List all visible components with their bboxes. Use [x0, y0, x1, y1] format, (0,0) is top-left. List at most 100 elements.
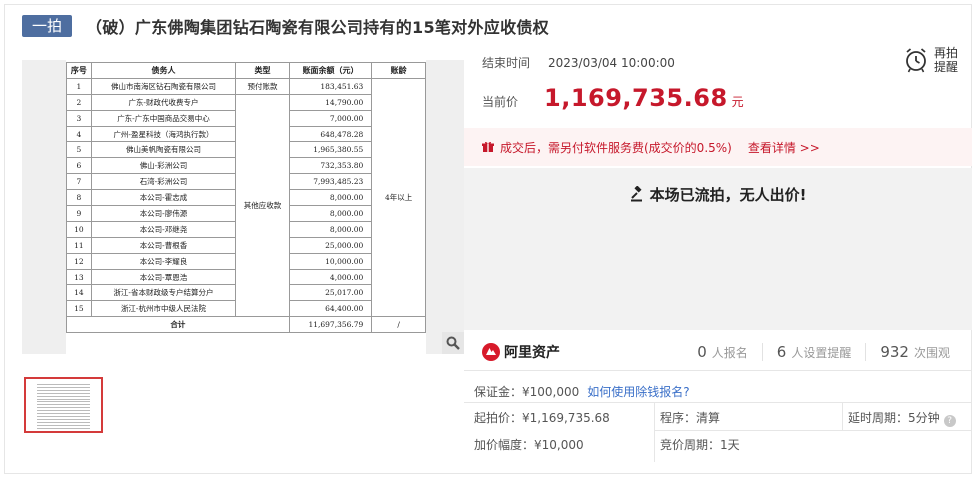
header-no: 序号 — [66, 62, 92, 79]
row-no: 4 — [66, 125, 92, 143]
row-amount: 64,400.00 — [288, 300, 373, 318]
total-age: / — [371, 316, 426, 334]
row-no: 5 — [66, 141, 92, 159]
divider — [464, 370, 972, 371]
row-no: 13 — [66, 268, 92, 286]
row-debtor: 广东-财政代收费专户 — [90, 93, 237, 111]
row-no: 9 — [66, 205, 92, 222]
column-divider — [654, 402, 655, 462]
row-debtor: 佛山美帆陶瓷有限公司 — [90, 141, 237, 159]
remind-count: 6 人设置提醒 — [761, 343, 866, 361]
header-age: 账龄 — [371, 62, 426, 79]
row-debtor: 本公司-曹根香 — [90, 236, 237, 254]
row-debtor: 本公司-霍志成 — [90, 189, 237, 207]
bid-period: 竞价周期：1天 — [660, 438, 740, 452]
table-row: 1 佛山市南海区钻石陶瓷有限公司 预付账款 183,451.63 4年以上 — [66, 77, 426, 318]
row-debtor: 石湾-彩洲公司 — [90, 173, 237, 191]
table-total-row: 合计 11,697,356.79/ — [66, 316, 426, 334]
photo-thumbnail[interactable] — [24, 377, 103, 433]
signup-label: 人报名 — [711, 346, 748, 360]
page-title: （破）广东佛陶集团钻石陶瓷有限公司持有的15笔对外应收债权 — [86, 18, 549, 37]
end-time-row: 结束时间 2023/03/04 10:00:00 — [482, 54, 675, 71]
row-amount: 10,000.00 — [288, 252, 373, 270]
row-amount: 7,993,485.23 — [288, 173, 373, 191]
thumbnail-image — [29, 382, 98, 429]
row-amount: 183,451.63 — [288, 77, 373, 95]
row-amount: 4,000.00 — [288, 268, 373, 286]
total-label: 合计 — [66, 316, 290, 334]
auction-panel: 结束时间 2023/03/04 10:00:00 再拍提醒 当前价 1,169,7… — [464, 40, 972, 472]
title-row: 一拍 （破）广东佛陶集团钻石陶瓷有限公司持有的15笔对外应收债权 — [22, 14, 549, 38]
row-no: 7 — [66, 173, 92, 191]
stats-group: 0 人报名 6 人设置提醒 932 次围观 — [683, 343, 964, 361]
zoom-button[interactable] — [442, 332, 464, 354]
row-type: 预付账款 — [235, 77, 290, 95]
row-debtor: 浙江-省本财政级专户结算分户 — [90, 284, 237, 302]
current-price-row: 当前价 1,169,735.68 元 — [482, 84, 744, 112]
row-debtor: 广东-广东中国商品交易中心 — [90, 109, 237, 127]
price-value: 1,169,735.68 — [544, 84, 728, 112]
delay-period: 延时周期：5分钟? — [848, 409, 956, 427]
magnifier-icon — [446, 336, 460, 350]
alarm-clock-icon — [906, 48, 926, 73]
row-amount: 732,353.80 — [288, 157, 373, 175]
bid-increment: 加价幅度：¥10,000 — [474, 438, 584, 452]
row-no: 1 — [66, 77, 92, 95]
row-amount: 14,790.00 — [288, 93, 373, 111]
debt-table: 序号 债务人 类型 账面余额（元） 账龄 1 佛山市南海区钻石陶瓷有限公司 预付账款… — [66, 62, 426, 334]
row-debtor: 本公司-李耀良 — [90, 252, 237, 270]
view-count: 932 次围观 — [865, 343, 964, 361]
debt-table-header: 序号 债务人 类型 账面余额（元） 账龄 — [66, 62, 426, 79]
end-time-value: 2023/03/04 10:00:00 — [548, 56, 675, 70]
row-type: 其他应收款 — [235, 93, 290, 318]
row-no: 2 — [66, 93, 92, 111]
remind-num: 6 — [776, 343, 787, 361]
delay-text: 延时周期：5分钟 — [848, 411, 940, 425]
row-no: 10 — [66, 220, 92, 238]
fee-detail-link[interactable]: 查看详情 >> — [748, 139, 820, 156]
column-divider — [842, 402, 843, 430]
row-amount: 8,000.00 — [288, 189, 373, 207]
header-debtor: 债务人 — [90, 62, 237, 79]
status-message: 本场已流拍，无人出价! — [464, 184, 972, 205]
row-no: 3 — [66, 109, 92, 127]
row-debtor: 佛山-彩洲公司 — [90, 157, 237, 175]
price-label: 当前价 — [482, 95, 519, 109]
status-area: 本场已流拍，无人出价! — [464, 168, 972, 330]
row-amount: 8,000.00 — [288, 220, 373, 238]
remind-button[interactable]: 再拍提醒 — [904, 46, 960, 74]
main-photo[interactable]: 序号 债务人 类型 账面余额（元） 账龄 1 佛山市南海区钻石陶瓷有限公司 预付账款… — [22, 60, 464, 354]
row-no: 12 — [66, 252, 92, 270]
deposit-help-link[interactable]: 如何使用除钱报名? — [587, 385, 689, 399]
row-no: 14 — [66, 284, 92, 302]
row-amount: 25,000.00 — [288, 236, 373, 254]
divider — [654, 430, 972, 431]
row-no: 8 — [66, 189, 92, 207]
row-amount: 25,017.00 — [288, 284, 373, 302]
row-amount: 7,000.00 — [288, 109, 373, 127]
stats-row: 阿里资产 0 人报名 6 人设置提醒 932 次围观 — [464, 336, 972, 368]
procedure: 程序：清算 — [660, 411, 721, 425]
price-unit: 元 — [731, 95, 744, 109]
logo-text: 阿里资产 — [504, 345, 560, 361]
auction-round-tag: 一拍 — [22, 15, 73, 37]
help-icon[interactable]: ? — [943, 415, 956, 427]
row-no: 11 — [66, 236, 92, 254]
gavel-icon — [630, 185, 642, 202]
signup-count: 0 人报名 — [683, 343, 762, 361]
ali-asset-logo: 阿里资产 — [482, 342, 560, 362]
row-debtor: 本公司-邓继尧 — [90, 220, 237, 238]
status-text: 本场已流拍，无人出价! — [649, 186, 807, 204]
gift-icon — [482, 141, 494, 152]
row-no: 15 — [66, 300, 92, 318]
signup-num: 0 — [697, 343, 707, 361]
row-debtor: 本公司-廖伟源 — [90, 205, 237, 222]
view-label: 次围观 — [913, 346, 950, 360]
header-type: 类型 — [235, 62, 290, 79]
remind-count-label: 人设置提醒 — [791, 346, 852, 360]
row-debtor: 本公司-覃恩浩 — [90, 268, 237, 286]
remind-label: 再拍提醒 — [934, 46, 959, 74]
end-time-label: 结束时间 — [482, 56, 531, 70]
row-amount: 648,478.28 — [288, 125, 373, 143]
total-amount: 11,697,356.79 — [288, 316, 373, 334]
